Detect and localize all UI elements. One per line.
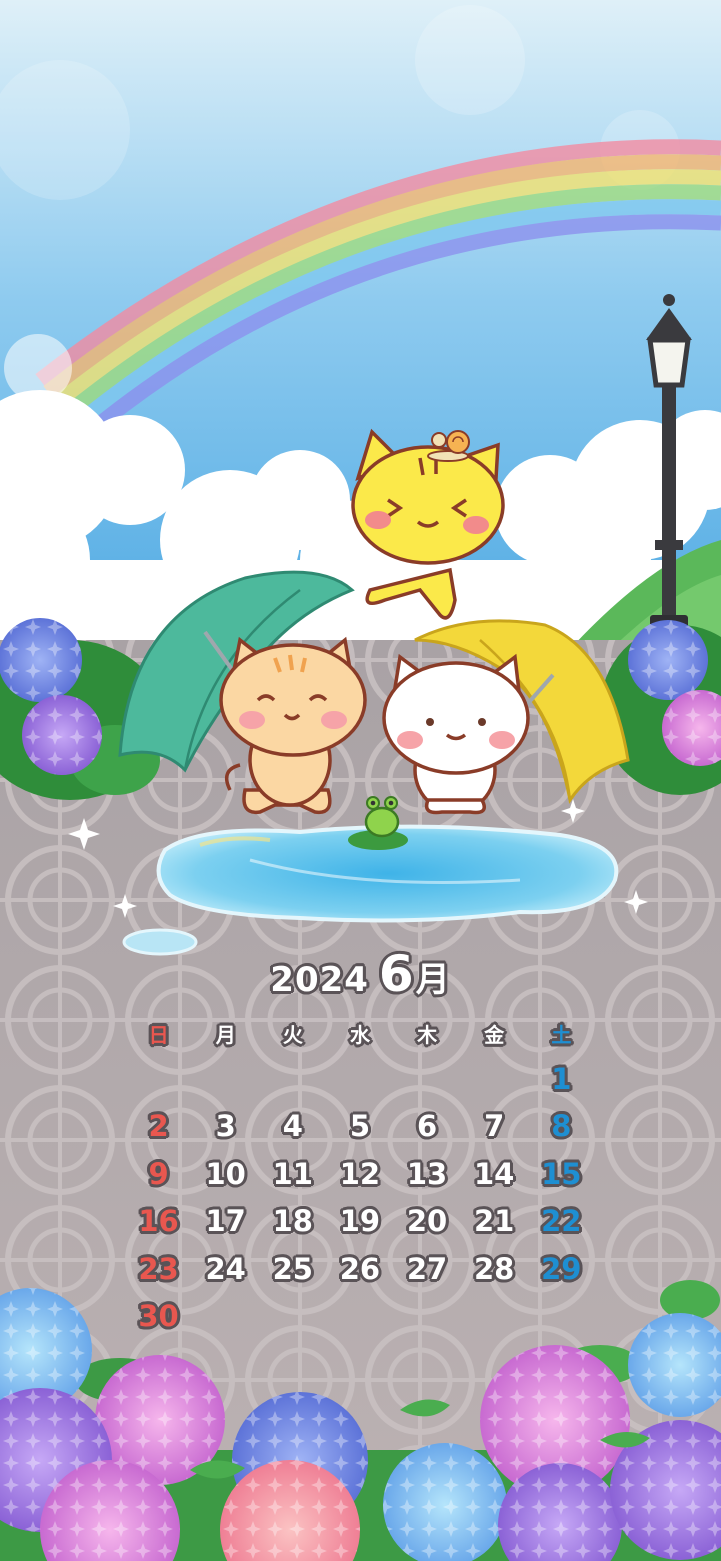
calendar-day: 8 (551, 1109, 572, 1144)
calendar-week-row: 2 3 4 5 6 7 8 (125, 1103, 595, 1151)
calendar-day: 11 (272, 1156, 313, 1191)
calendar-day: 30 (138, 1299, 179, 1334)
calendar-day: 28 (474, 1251, 515, 1286)
calendar-day: 19 (339, 1204, 381, 1239)
calendar-day: 15 (541, 1156, 582, 1191)
weekday-fri: 金 (484, 1023, 505, 1047)
calendar-day: 27 (406, 1251, 448, 1286)
calendar-day: 13 (406, 1156, 448, 1191)
calendar-week-row: 30 (125, 1293, 595, 1341)
weekday-sun: 日 (148, 1023, 169, 1047)
calendar-day: 29 (541, 1251, 582, 1286)
calendar-day: 12 (339, 1156, 381, 1191)
calendar-weeks: 1 2 3 4 5 6 7 8 9 10 11 12 13 14 15 16 17 18 19 20 21 22 23 24 2… (125, 1055, 595, 1340)
calendar-month-unit: 月 (415, 960, 450, 1000)
calendar-grid: 日 月 火 水 木 金 土 1 2 3 4 5 6 7 8 9 10 11 12 13 14 15 16 17 1… (125, 1015, 595, 1340)
calendar-day: 22 (541, 1204, 582, 1239)
calendar-day: 5 (349, 1109, 371, 1144)
calendar-week-row: 9 10 11 12 13 14 15 (125, 1150, 595, 1198)
calendar-week-row: 23 24 25 26 27 28 29 (125, 1245, 595, 1293)
calendar-day: 7 (484, 1109, 505, 1144)
snail (427, 430, 470, 462)
calendar-day: 16 (138, 1204, 179, 1239)
calendar-day: 26 (339, 1251, 381, 1286)
calendar-day: 3 (215, 1109, 236, 1144)
calendar-day: 25 (272, 1251, 313, 1286)
calendar-day: 10 (205, 1156, 246, 1191)
weekday-wed: 水 (349, 1023, 370, 1047)
calendar-day: 4 (282, 1109, 303, 1144)
calendar-day: 17 (205, 1204, 246, 1239)
calendar-day: 20 (406, 1204, 448, 1239)
weekday-sat: 土 (551, 1023, 572, 1047)
calendar-day: 21 (474, 1204, 515, 1239)
calendar-day: 24 (205, 1251, 246, 1286)
calendar-day: 23 (138, 1251, 179, 1286)
weekday-thu: 木 (417, 1023, 438, 1047)
weekday-mon: 月 (215, 1023, 236, 1047)
calendar-week-row: 16 17 18 19 20 21 22 (125, 1198, 595, 1246)
calendar-day: 1 (551, 1061, 572, 1096)
calendar-year: 2024 (270, 960, 369, 1000)
calendar-day: 9 (148, 1156, 169, 1191)
calendar-title: 2024 6月 (240, 945, 480, 1015)
calendar-day: 2 (148, 1109, 169, 1144)
calendar-day: 18 (272, 1204, 313, 1239)
weekday-tue: 火 (282, 1023, 303, 1047)
calendar-day: 14 (474, 1156, 515, 1191)
wallpaper: 2024 6月 日 月 火 水 木 金 土 1 2 3 4 5 6 7 8 9 10 11 12 13 14… (0, 0, 721, 1561)
calendar-month: 6 (378, 945, 414, 1003)
weekday-header-row: 日 月 火 水 木 金 土 (125, 1015, 595, 1055)
calendar-week-row: 1 (125, 1055, 595, 1103)
calendar-day: 6 (416, 1109, 438, 1144)
